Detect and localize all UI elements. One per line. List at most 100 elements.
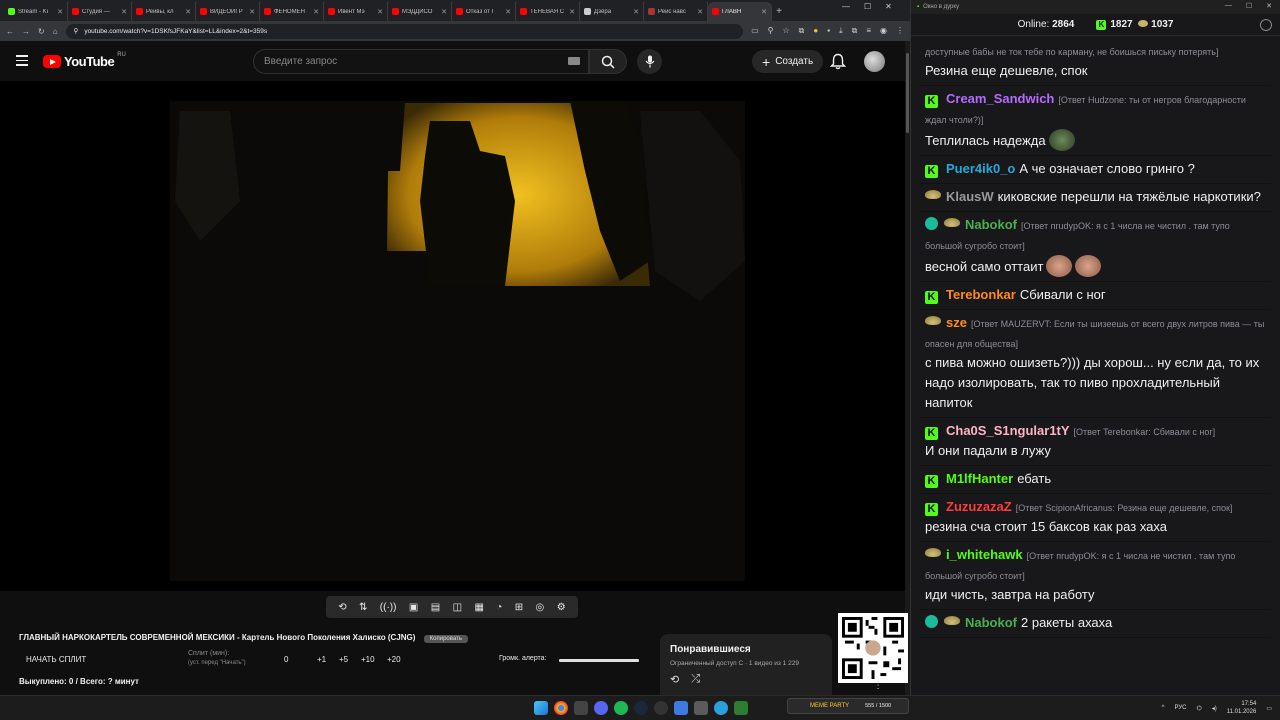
account-icon[interactable]: ◉ [880, 26, 887, 36]
chat-message[interactable]: K Cha0S_S1ngular1tY [Ответ Terebonkar: Сби… [919, 418, 1271, 466]
tab-close-icon[interactable]: ✕ [761, 8, 767, 16]
video-player[interactable] [0, 81, 905, 591]
browser-tab[interactable]: МЭДДИСО ✕ [388, 2, 452, 21]
copy-badge[interactable]: Копировать [423, 635, 468, 643]
chat-settings-icon[interactable] [1260, 19, 1272, 31]
chat-minimize-icon[interactable]: — [1225, 2, 1232, 10]
close-icon[interactable]: ✕ [885, 2, 892, 11]
minimize-icon[interactable]: — [842, 2, 850, 11]
download-icon[interactable]: ⤓ [839, 26, 843, 36]
cinema-icon[interactable]: ▦ [474, 602, 483, 613]
chat-username[interactable]: i_whitehawk [946, 547, 1023, 562]
create-button[interactable]: + Создать [752, 50, 824, 73]
tab-close-icon[interactable]: ✕ [121, 8, 127, 16]
tab-close-icon[interactable]: ✕ [697, 8, 703, 16]
chat-username[interactable]: KlausW [946, 189, 994, 204]
increment-1-button[interactable]: +1 [317, 655, 326, 664]
browser-tab[interactable]: Stream - Ki ✕ [4, 2, 68, 21]
chrome-icon[interactable] [554, 701, 568, 715]
back-icon[interactable]: ← [6, 27, 14, 36]
browser-tab[interactable]: Ивент Мэ ✕ [324, 2, 388, 21]
chat-message[interactable]: Nabokof [Ответ пrudуpOK: я с 1 числа не ч… [919, 212, 1271, 282]
browser-tab[interactable]: ФЕНОМЕН ✕ [260, 2, 324, 21]
tab-close-icon[interactable]: ✕ [441, 8, 447, 16]
broadcast-icon[interactable]: ((·)) [380, 602, 397, 613]
chat-message[interactable]: доступные бабы не ток тебе по карману, н… [919, 38, 1271, 86]
chat-username[interactable]: Puer4ik0_o [946, 161, 1015, 176]
discord-icon[interactable] [594, 701, 608, 715]
bookmark-star-icon[interactable]: ☆ [783, 26, 790, 36]
extension-2-icon[interactable]: ▪ [827, 26, 830, 36]
keyboard-icon[interactable] [568, 57, 580, 65]
telegram-icon[interactable] [714, 701, 728, 715]
increment-5-button[interactable]: +5 [339, 655, 348, 664]
menu-burger-icon[interactable] [16, 55, 28, 66]
chat-maximize-icon[interactable]: ☐ [1246, 2, 1252, 10]
forward-icon[interactable]: → [22, 27, 30, 36]
chat-message[interactable]: i_whitehawk [Ответ пrudуpOK: я с 1 числа … [919, 542, 1271, 610]
pip-icon[interactable]: ◫ [453, 602, 462, 613]
browser-tab[interactable]: Рейвы, кл ✕ [132, 2, 196, 21]
chat-close-icon[interactable]: ✕ [1266, 2, 1272, 10]
browser-tab[interactable]: Дзёра ✕ [580, 2, 644, 21]
search-button[interactable] [589, 49, 627, 74]
clapper-icon[interactable]: ▤ [431, 602, 440, 613]
browser-tab[interactable]: Отказ от I ✕ [452, 2, 516, 21]
chat-username[interactable]: Nabokof [965, 615, 1017, 630]
alert-volume-slider[interactable] [559, 659, 639, 662]
chat-message[interactable]: K ZuzuzazaZ [Ответ ScipionAfricanus: Резин… [919, 494, 1271, 542]
volume-icon[interactable]: ◂) [1212, 705, 1217, 712]
tab-close-icon[interactable]: ✕ [313, 8, 319, 16]
obs-icon[interactable] [654, 701, 668, 715]
site-info-icon[interactable]: ⚲ [74, 27, 79, 35]
youtube-logo[interactable]: YouTube RU [43, 52, 126, 69]
avatar[interactable] [864, 51, 885, 72]
tab-close-icon[interactable]: ✕ [505, 8, 511, 16]
sort-icon[interactable]: ⇅ [359, 602, 367, 613]
split-value[interactable]: 0 [284, 655, 288, 664]
steam-icon[interactable] [634, 701, 648, 715]
explorer-icon[interactable] [574, 701, 588, 715]
add-video-icon[interactable]: ⊞ [515, 602, 523, 613]
profile-dot-icon[interactable]: ● [813, 26, 818, 36]
cast-icon[interactable]: ▭ [751, 26, 759, 36]
browser-tab[interactable]: ТЕНЕВАЯ С ✕ [516, 2, 580, 21]
tab-close-icon[interactable]: ✕ [377, 8, 383, 16]
app-icon-2[interactable] [674, 701, 688, 715]
app-icon-4[interactable] [734, 701, 748, 715]
tray-chevron-icon[interactable]: ^ [1162, 705, 1165, 711]
reload-icon[interactable]: ↻ [38, 27, 45, 36]
chat-username[interactable]: Cream_Sandwich [946, 91, 1054, 106]
shuffle-icon[interactable]: ⤮ [691, 673, 700, 686]
loop-icon[interactable]: ⟲ [338, 602, 346, 613]
more-options-icon[interactable]: ⋮ [873, 680, 883, 691]
home-icon[interactable]: ⌂ [53, 27, 58, 36]
notifications-bell-icon[interactable] [829, 53, 847, 75]
tab-close-icon[interactable]: ✕ [249, 8, 255, 16]
puzzle-icon[interactable]: ⧉ [852, 26, 858, 36]
tab-close-icon[interactable]: ✕ [57, 8, 63, 16]
search-input[interactable]: Введите запрос [253, 49, 589, 74]
chat-message[interactable]: K M1lfHanter ебать [919, 466, 1271, 494]
chat-message[interactable]: K Cream_Sandwich [Ответ Hudzone: ты от нег… [919, 86, 1271, 156]
screenshot-icon[interactable]: ◎ [536, 602, 545, 613]
repeat-icon[interactable]: ⟲ [670, 673, 679, 686]
start-icon[interactable] [534, 701, 548, 715]
clock[interactable]: 17:54 11.01.2026 [1227, 700, 1257, 716]
browser-tab[interactable]: ГЛАВН ✕ [708, 2, 772, 21]
start-split-button[interactable]: НАЧАТЬ СПЛИТ [26, 655, 86, 664]
browser-tab[interactable]: Рейс навс ✕ [644, 2, 708, 21]
sidebar-icon[interactable]: ≡ [866, 26, 871, 36]
chat-message[interactable]: Nabokof 2 ракеты ахаха [919, 610, 1271, 638]
notifications-icon[interactable]: ▭ [1266, 705, 1272, 712]
chat-message[interactable]: K Terebonkar Сбивали с ног [919, 282, 1271, 310]
liked-playlist-panel[interactable]: Понравившиеся Ограниченный доступ С · 1 … [660, 634, 832, 695]
tab-close-icon[interactable]: ✕ [569, 8, 575, 16]
browser-tab[interactable]: Студия — ✕ [68, 2, 132, 21]
meme-party-widget[interactable]: MEME PARTY 555 / 1500 [787, 698, 909, 714]
chat-username[interactable]: sze [946, 315, 967, 330]
chat-username[interactable]: ZuzuzazaZ [946, 499, 1012, 514]
chat-username[interactable]: Nabokof [965, 217, 1017, 232]
video-settings-icon[interactable]: ▣ [409, 602, 418, 613]
increment-10-button[interactable]: +10 [361, 655, 375, 664]
